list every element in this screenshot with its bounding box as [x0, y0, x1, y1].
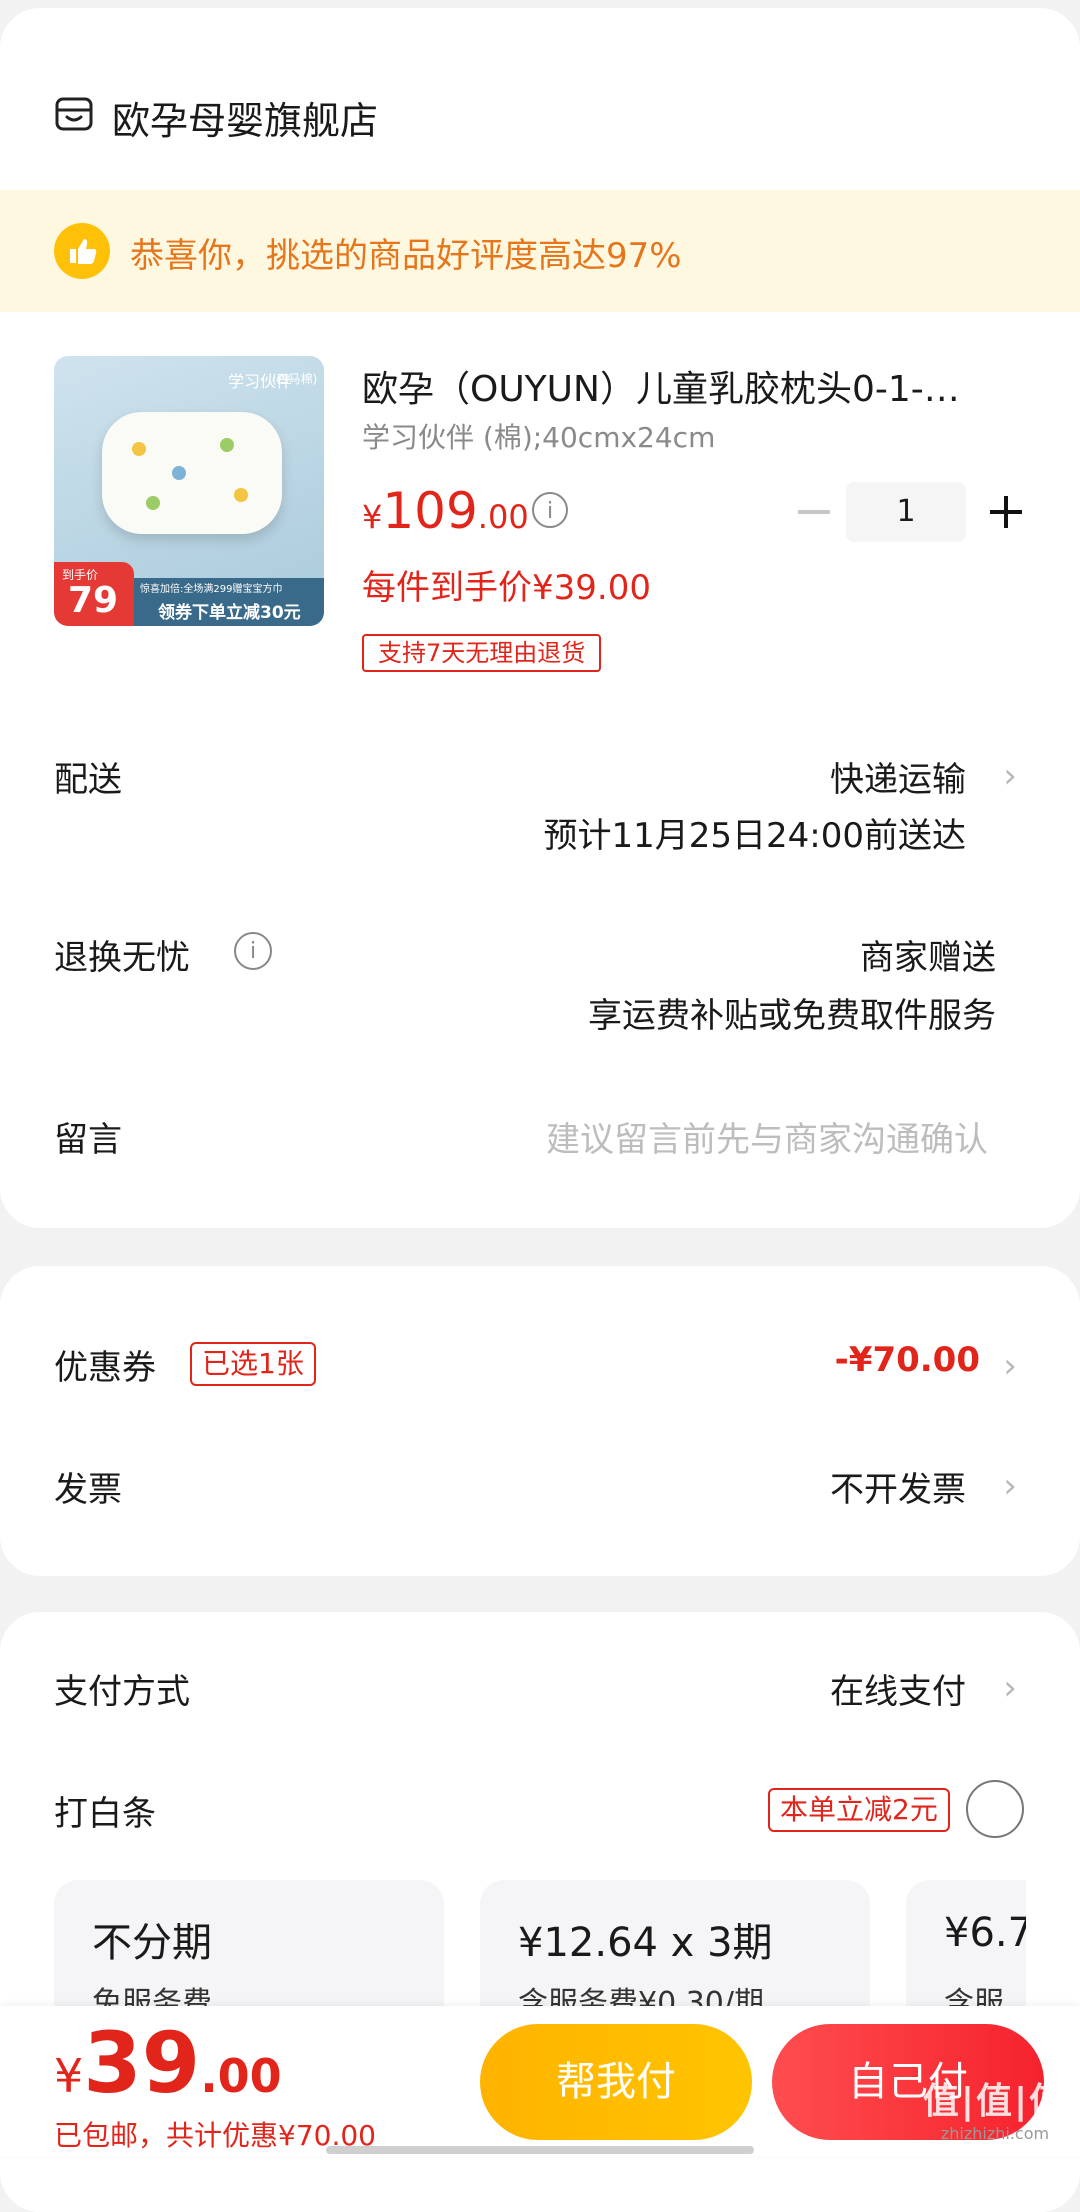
quantity-stepper: 1 — [786, 482, 1030, 542]
coupon-value: -¥70.00 — [834, 1340, 980, 1380]
order-card: 欧孕母婴旗舰店 恭喜你，挑选的商品好评度高达97% 学习伙伴 (四马棉) 到手价… — [0, 8, 1080, 1228]
returns-value-1: 商家赠送 — [860, 938, 996, 978]
banner-text: 恭喜你，挑选的商品好评度高达97% — [130, 236, 682, 276]
total-int: 39 — [83, 2014, 201, 2112]
coupon-badge: 已选1张 — [190, 1342, 316, 1386]
delivery-eta: 预计11月25日24:00前送达 — [543, 816, 966, 856]
store-icon — [55, 97, 93, 131]
plan-title: 不分期 — [92, 1920, 212, 1966]
price-badge: 到手价 79 — [54, 562, 134, 626]
image-top-sub: (四马棉) — [272, 372, 318, 386]
returns-row: 退换无忧 i 商家赠送 享运费补贴或免费取件服务 — [0, 908, 1080, 1048]
promo-strip: 惊喜加倍:全场满299赠宝宝方巾 领券下单立减30元 — [134, 578, 324, 626]
rating-banner: 恭喜你，挑选的商品好评度高达97% — [0, 190, 1080, 312]
watermark-url: zhizhizhi.com — [940, 2124, 1050, 2143]
baitiao-row[interactable]: 打白条 本单立减2元 — [0, 1772, 1080, 1852]
returns-label: 退换无忧 — [54, 938, 190, 978]
promo-line1: 惊喜加倍:全场满299赠宝宝方巾 — [140, 584, 283, 595]
payment-label: 支付方式 — [54, 1672, 190, 1712]
baitiao-label: 打白条 — [54, 1794, 156, 1834]
home-indicator — [326, 2146, 754, 2154]
promo-line2: 领券下单立减30元 — [158, 603, 301, 623]
message-label: 留言 — [54, 1120, 122, 1160]
delivery-method: 快递运输 — [830, 760, 966, 800]
delivery-row[interactable]: 配送 快递运输 预计11月25日24:00前送达 › — [0, 728, 1080, 868]
price-int: 109 — [382, 482, 478, 540]
product-title[interactable]: 欧孕（OUYUN）儿童乳胶枕头0-1-… — [362, 360, 1042, 412]
chevron-right-icon: › — [1003, 1346, 1017, 1386]
badge-price: 79 — [68, 580, 119, 621]
invoice-row[interactable]: 发票 不开发票 › — [0, 1448, 1080, 1528]
product-image[interactable]: 学习伙伴 (四马棉) 到手价 79 惊喜加倍:全场满299赠宝宝方巾 领券下单立… — [54, 356, 324, 626]
invoice-value: 不开发票 — [830, 1470, 966, 1510]
price-dec: .00 — [477, 498, 529, 536]
coupon-label: 优惠券 — [54, 1348, 156, 1388]
total-currency: ¥ — [54, 2049, 84, 2103]
minus-button[interactable] — [790, 482, 840, 542]
product-spec: 学习伙伴 (棉);40cmx24cm — [362, 421, 716, 454]
plus-button[interactable] — [982, 482, 1032, 542]
invoice-label: 发票 — [54, 1470, 122, 1510]
watermark-logo: 值|值|值 zhizhizhi.com — [920, 2072, 1070, 2152]
quantity-input[interactable]: 1 — [846, 482, 966, 542]
store-header[interactable]: 欧孕母婴旗舰店 — [54, 88, 654, 144]
store-name: 欧孕母婴旗舰店 — [112, 99, 379, 143]
price-currency: ¥ — [362, 498, 383, 536]
thumbs-up-icon — [54, 223, 110, 279]
delivery-label: 配送 — [54, 760, 122, 800]
returns-value-2: 享运费补贴或免费取件服务 — [588, 996, 996, 1036]
chevron-right-icon: › — [1003, 1668, 1017, 1708]
returns-info-icon[interactable]: i — [234, 932, 272, 970]
price-info-icon[interactable]: i — [532, 492, 568, 528]
coupon-row[interactable]: 优惠券 已选1张 -¥70.00 › — [0, 1326, 1080, 1406]
total-dec: .00 — [200, 2049, 282, 2103]
baitiao-radio[interactable] — [966, 1780, 1024, 1838]
total-price: ¥39.00 — [54, 2014, 282, 2112]
chevron-right-icon: › — [1003, 756, 1017, 796]
final-price: 每件到手价¥39.00 — [362, 568, 651, 608]
help-pay-button[interactable]: 帮我付 — [480, 2024, 752, 2140]
message-row: 留言 建议留言前先与商家沟通确认 — [0, 1088, 1080, 1188]
product-price: ¥109.00 — [362, 482, 529, 540]
baitiao-promo: 本单立减2元 — [768, 1788, 950, 1832]
chevron-right-icon: › — [1003, 1466, 1017, 1506]
return-tag: 支持7天无理由退货 — [362, 634, 602, 672]
plan-title: ¥12.64 x 3期 — [518, 1920, 773, 1966]
payment-method-row[interactable]: 支付方式 在线支付 › — [0, 1650, 1080, 1730]
discount-card: 优惠券 已选1张 -¥70.00 › 发票 不开发票 › — [0, 1266, 1080, 1576]
watermark-text: 值|值|值 — [922, 2081, 1068, 2122]
message-input[interactable]: 建议留言前先与商家沟通确认 — [546, 1112, 988, 1161]
payment-value: 在线支付 — [830, 1672, 966, 1712]
pillow-illustration — [102, 412, 282, 534]
plan-title: ¥6.7 — [944, 1910, 1026, 1956]
